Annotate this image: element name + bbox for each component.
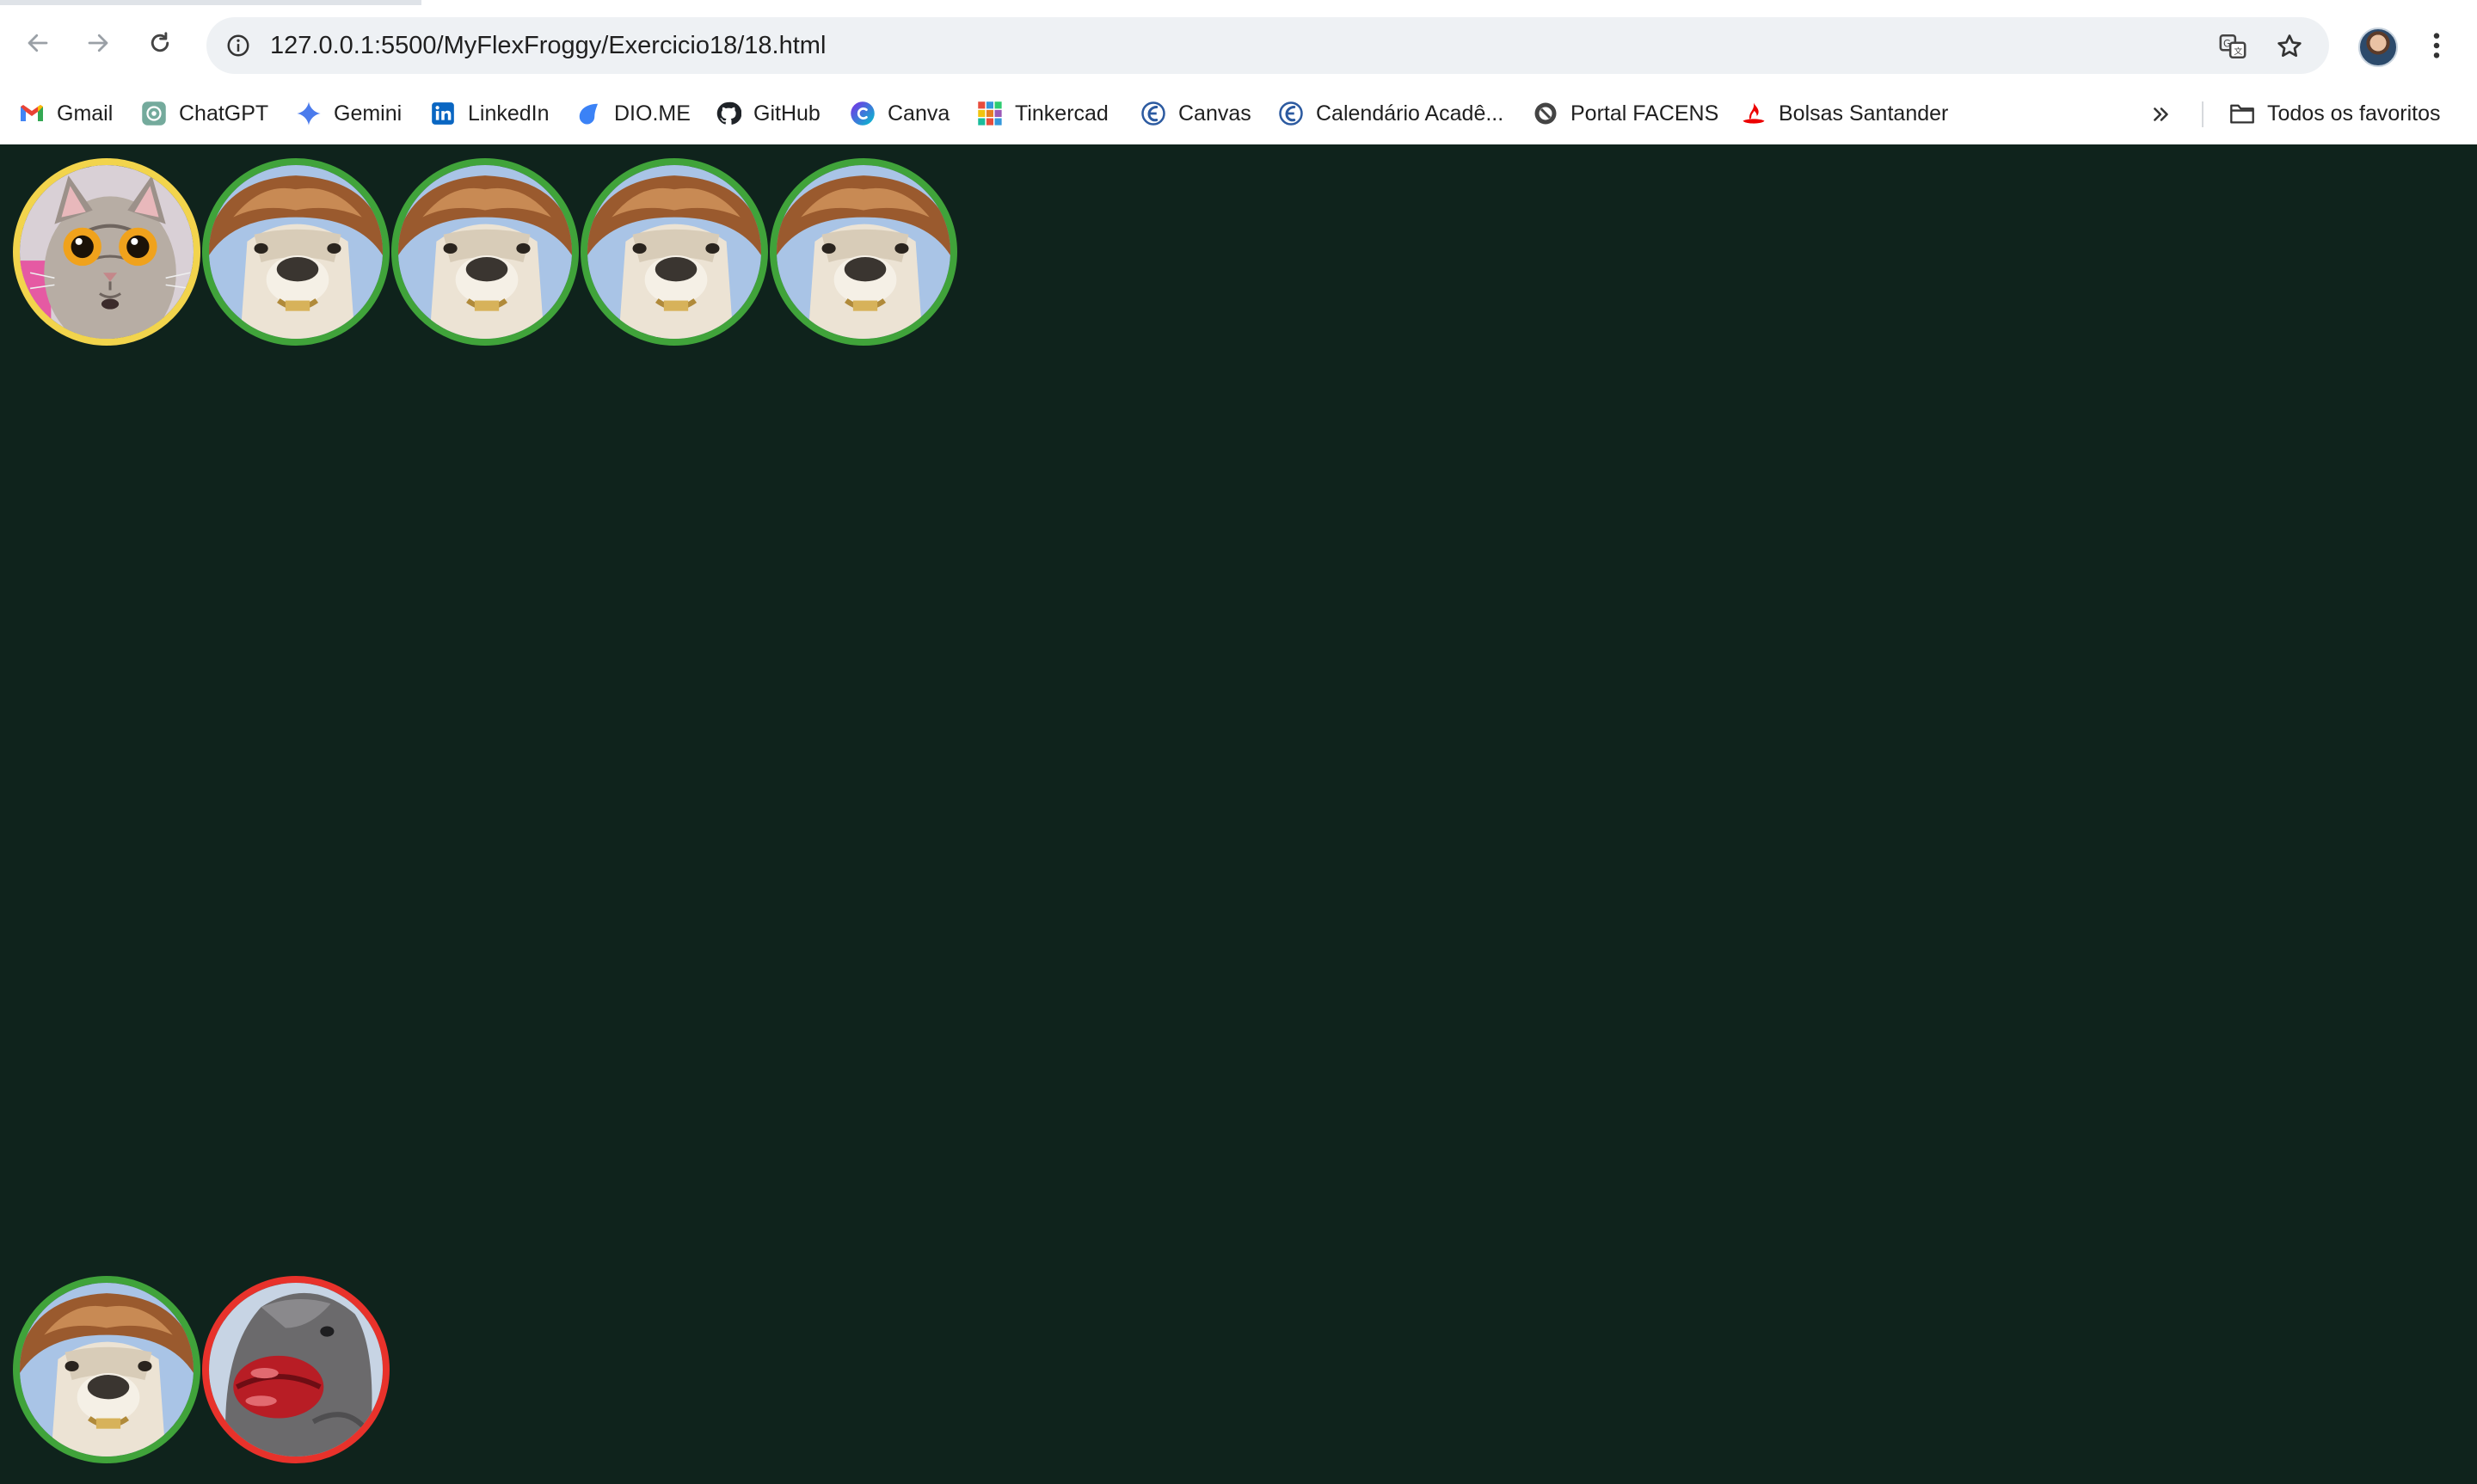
all-bookmarks-label: Todos os favoritos (2267, 101, 2441, 126)
bookmark-linkedin[interactable]: LinkedIn (430, 96, 550, 131)
bookmark-label: Gemini (334, 101, 403, 126)
folder-icon (2229, 101, 2255, 126)
bookmark-label: DIO.ME (614, 101, 691, 126)
svg-text:文: 文 (2234, 46, 2242, 57)
forward-button[interactable] (79, 24, 117, 62)
cat-frog (13, 158, 200, 346)
calendar-icon (1278, 101, 1304, 126)
surprised-cat-image (20, 165, 194, 339)
bookmark-label: Bolsas Santander (1779, 101, 1949, 126)
bookmark-dio[interactable]: DIO.ME (576, 96, 691, 131)
bookmark-label: Portal FACENS (1570, 101, 1719, 126)
bookmark-canvas[interactable]: Canvas (1140, 96, 1251, 131)
address-bar[interactable]: 127.0.0.1:5500/MyFlexFroggy/Exercicio18/… (206, 17, 2329, 74)
canvas-icon (1140, 101, 1166, 126)
profile-avatar[interactable] (2358, 28, 2398, 67)
alpaca-frog (202, 158, 390, 346)
bookmark-label: Canva (888, 101, 950, 126)
browser-toolbar: 127.0.0.1:5500/MyFlexFroggy/Exercicio18/… (0, 5, 2477, 84)
svg-text:G: G (2223, 38, 2231, 50)
browser-chrome: 127.0.0.1:5500/MyFlexFroggy/Exercicio18/… (0, 0, 2477, 144)
bookmark-star-icon[interactable] (2272, 29, 2307, 64)
reload-icon (151, 32, 169, 52)
double-chevron-right-icon (2154, 107, 2168, 121)
facens-icon (1533, 101, 1558, 126)
alpaca-frog (770, 158, 957, 346)
game-board (0, 144, 2477, 1484)
bookmark-portal-facens[interactable]: Portal FACENS (1533, 96, 1718, 131)
alpaca-frog (391, 158, 579, 346)
kissing-lips-image (209, 1283, 383, 1456)
arrow-left-icon (28, 34, 48, 52)
tinkercad-icon (977, 101, 1003, 126)
site-info-icon[interactable] (222, 29, 255, 62)
lips-lilypad (202, 1276, 390, 1463)
bookmark-label: Calendário Acadê... (1316, 101, 1504, 126)
alpaca-image (209, 165, 383, 339)
alpaca-frog (13, 1276, 200, 1463)
gmail-icon (19, 101, 45, 126)
more-bookmarks-button[interactable] (2147, 100, 2176, 129)
bookmark-label: Canvas (1178, 101, 1251, 126)
gemini-icon (296, 101, 322, 126)
alpaca-image (20, 1283, 194, 1456)
bookmark-calendario[interactable]: Calendário Acadê... (1278, 96, 1503, 131)
arrow-right-icon (88, 34, 108, 52)
translate-icon[interactable]: G文 (2216, 29, 2250, 64)
bookmark-label: ChatGPT (179, 101, 269, 126)
canva-icon (850, 101, 876, 126)
bookmark-label: Gmail (57, 101, 114, 126)
bookmark-label: LinkedIn (468, 101, 550, 126)
all-bookmarks-button[interactable]: Todos os favoritos (2229, 96, 2441, 131)
alpaca-frog (581, 158, 768, 346)
bookmark-chatgpt[interactable]: ChatGPT (141, 96, 268, 131)
reload-button[interactable] (141, 24, 179, 62)
browser-menu-button[interactable] (2424, 26, 2449, 65)
bookmark-bolsas-santander[interactable]: Bolsas Santander (1741, 96, 1948, 131)
bookmark-label: Tinkercad (1015, 101, 1109, 126)
bookmark-github[interactable]: GitHub (716, 96, 821, 131)
bookmark-gemini[interactable]: Gemini (296, 96, 402, 131)
kebab-menu-icon (2433, 33, 2440, 58)
bookmarks-divider (2202, 101, 2203, 127)
chatgpt-icon (141, 101, 167, 126)
alpaca-image (777, 165, 950, 339)
back-button[interactable] (19, 24, 57, 62)
bookmark-label: GitHub (753, 101, 821, 126)
bookmark-tinkercad[interactable]: Tinkercad (977, 96, 1109, 131)
url-text[interactable]: 127.0.0.1:5500/MyFlexFroggy/Exercicio18/… (270, 31, 826, 60)
bookmark-gmail[interactable]: Gmail (19, 96, 113, 131)
alpaca-image (398, 165, 572, 339)
bookmark-canva[interactable]: Canva (850, 96, 950, 131)
santander-icon (1741, 101, 1767, 126)
alpaca-image (587, 165, 761, 339)
linkedin-icon (430, 101, 456, 126)
dio-icon (576, 101, 602, 126)
github-icon (716, 101, 741, 126)
bookmarks-bar: Gmail ChatGPT Gemini LinkedIn DIO.ME Git… (0, 89, 2477, 138)
